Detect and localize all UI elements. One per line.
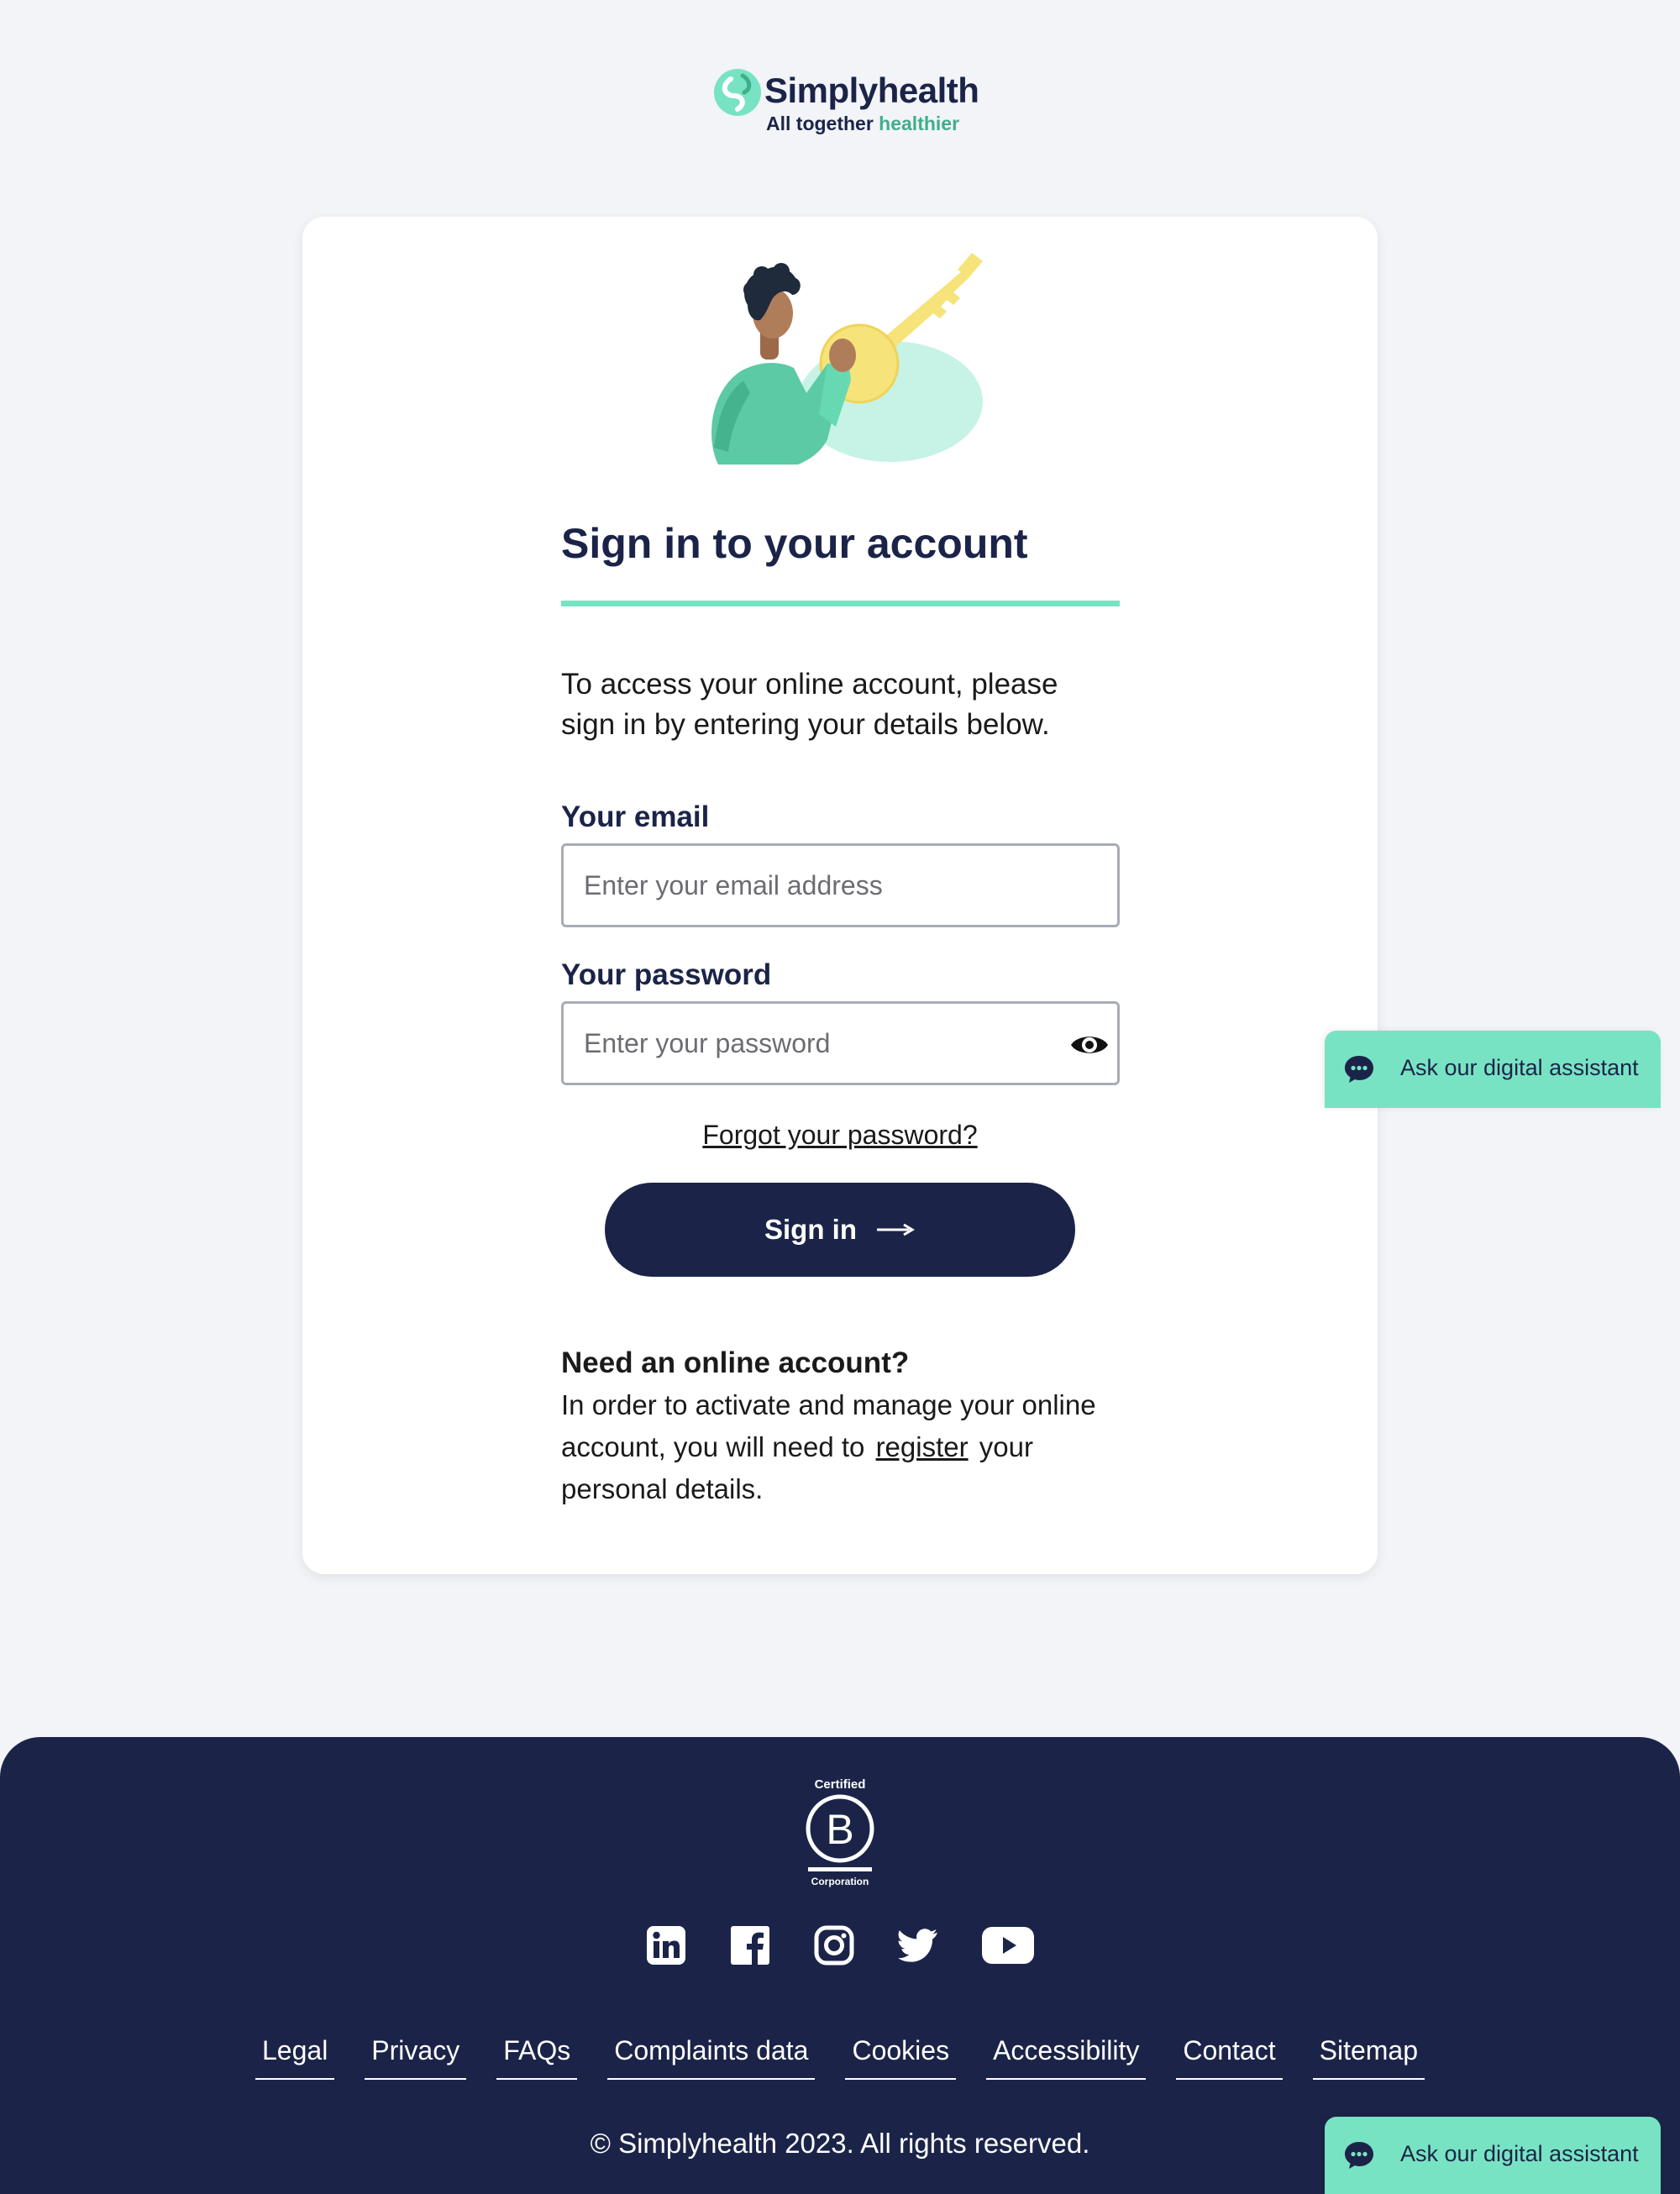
footer-link-contact[interactable]: Contact [1176, 2035, 1283, 2080]
digital-assistant-button[interactable]: Ask our digital assistant [1325, 1031, 1661, 1108]
social-links [0, 1924, 1680, 1971]
b-corp-certified-logo: Certified B Corporation [806, 1777, 874, 1887]
instagram-link[interactable] [814, 1924, 854, 1967]
linkedin-icon [647, 1926, 685, 1965]
simplyhealth-logo[interactable]: Simplyhealth All together healthier [712, 67, 981, 143]
svg-text:B: B [826, 1806, 853, 1853]
digital-assistant-button-bottom[interactable]: Ask our digital assistant [1325, 2117, 1661, 2194]
facebook-link[interactable] [730, 1924, 770, 1967]
register-text: In order to activate and manage your onl… [561, 1384, 1132, 1510]
youtube-link[interactable] [982, 1924, 1034, 1967]
password-field[interactable] [564, 1004, 1117, 1083]
footer-link-sitemap[interactable]: Sitemap [1312, 2035, 1425, 2080]
digital-assistant-label: Ask our digital assistant [1400, 2141, 1639, 2166]
instagram-icon [814, 1925, 854, 1966]
footer-links: Legal Privacy FAQs Complaints data Cooki… [0, 2035, 1680, 2080]
person-holding-key-illustration [711, 253, 983, 465]
eye-icon [1071, 1037, 1108, 1053]
bcorp-top-text: Certified [815, 1777, 866, 1792]
simplyhealth-logo-icon [714, 69, 761, 116]
email-field[interactable] [564, 846, 1117, 925]
facebook-icon [731, 1926, 769, 1965]
intro-text: To access your online account, please si… [561, 668, 1058, 741]
tagline-accent: healthier [879, 113, 960, 134]
footer-link-complaints-data[interactable]: Complaints data [607, 2035, 816, 2080]
digital-assistant-label: Ask our digital assistant [1400, 1055, 1639, 1080]
tagline-main: All together [766, 113, 879, 134]
email-label: Your email [561, 800, 710, 833]
sign-in-button[interactable]: Sign in [605, 1183, 1075, 1277]
footer-link-cookies[interactable]: Cookies [845, 2035, 957, 2080]
signin-card: Sign in to your account To access your o… [302, 217, 1378, 1574]
footer-link-accessibility[interactable]: Accessibility [986, 2035, 1147, 2080]
title-underline [561, 601, 1120, 606]
arrow-right-icon [877, 1223, 915, 1236]
password-field-box [561, 1001, 1120, 1085]
twitter-link[interactable] [898, 1924, 938, 1967]
page-title: Sign in to your account [561, 520, 1028, 567]
show-password-toggle[interactable] [1068, 1026, 1110, 1064]
footer-link-legal[interactable]: Legal [255, 2035, 335, 2080]
sign-in-button-label: Sign in [764, 1214, 857, 1245]
linkedin-link[interactable] [646, 1924, 686, 1967]
youtube-icon [982, 1927, 1034, 1964]
forgot-password-row: Forgot your password? [302, 1120, 1378, 1151]
password-label: Your password [561, 958, 772, 991]
twitter-icon [898, 1929, 938, 1962]
email-field-box [561, 843, 1120, 927]
footer-link-faqs[interactable]: FAQs [496, 2035, 578, 2080]
chat-bubble-icon [1345, 1056, 1373, 1083]
brand-name: Simplyhealth [764, 71, 979, 110]
register-heading: Need an online account? [561, 1346, 910, 1379]
forgot-password-link[interactable]: Forgot your password? [702, 1120, 977, 1150]
footer-link-privacy[interactable]: Privacy [365, 2035, 467, 2080]
register-link[interactable]: register [873, 1431, 972, 1462]
brand-tagline: All together healthier [766, 113, 959, 135]
bcorp-bottom-text: Corporation [811, 1876, 869, 1887]
chat-bubble-icon [1345, 2142, 1373, 2169]
